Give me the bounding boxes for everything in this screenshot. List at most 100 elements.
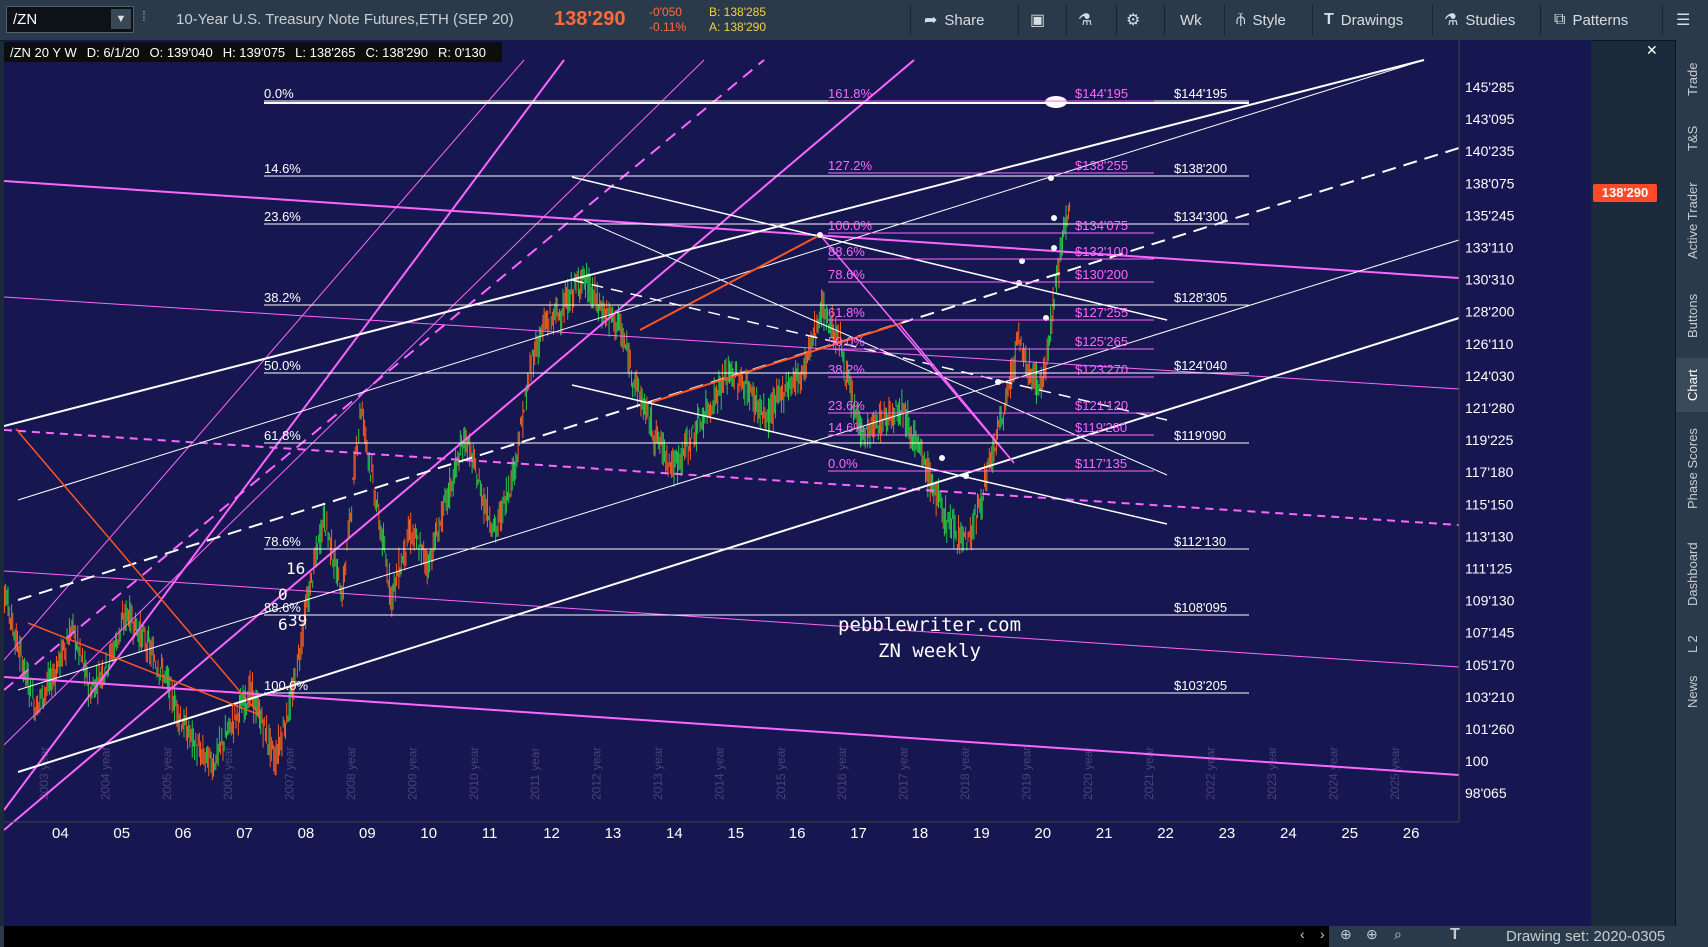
crosshair-icon[interactable]: ⊕ xyxy=(1366,926,1378,943)
flask-button[interactable]: ⚗ xyxy=(1078,0,1099,40)
info-open: O: 139'040 xyxy=(149,44,213,60)
drawings-button[interactable]: T Drawings xyxy=(1324,0,1403,40)
target-marker xyxy=(1045,96,1067,108)
fib-percent-label: 161.8% xyxy=(828,86,873,101)
fib-percent-label: 78.6% xyxy=(828,267,865,282)
snapshot-button[interactable]: ▣ xyxy=(1030,0,1052,40)
time-tick-label: 05 xyxy=(113,825,130,842)
time-tick-label: 15 xyxy=(727,825,744,842)
studies-button[interactable]: ⚗ Studies xyxy=(1444,0,1515,40)
price-tick-label: 101'260 xyxy=(1465,721,1515,737)
time-tick-label: 25 xyxy=(1341,825,1358,842)
contract-name: 10-Year U.S. Treasury Note Futures,ETH (… xyxy=(176,11,514,28)
collapse-icon[interactable]: ✕ xyxy=(1646,42,1658,59)
magnifier-icon[interactable]: ⌕ xyxy=(1394,926,1402,943)
sidebar-tab-chart[interactable]: Chart xyxy=(1676,358,1708,412)
fib-price-label: $125'265 xyxy=(1075,334,1128,349)
scroll-left-icon[interactable]: ‹ xyxy=(1300,926,1305,942)
timeframe-label: Wk xyxy=(1180,11,1202,29)
sidebar-tab-dashboard[interactable]: Dashboard xyxy=(1676,528,1708,620)
drawing-set-label: Drawing set: 2020-0305 xyxy=(1506,928,1666,945)
time-tick-label: 19 xyxy=(973,825,990,842)
price-tick-label: 121'280 xyxy=(1465,400,1515,416)
fib-price-label: $108'095 xyxy=(1174,600,1227,615)
settings-button[interactable]: ⚙ xyxy=(1126,0,1147,40)
fib-percent-label: 50.0% xyxy=(828,334,865,349)
year-label: 2023 year xyxy=(1265,747,1279,800)
price-tick-label: 107'145 xyxy=(1465,625,1515,641)
share-button[interactable]: ➦ Share xyxy=(924,0,984,40)
menu-button[interactable]: ☰ xyxy=(1676,0,1697,40)
pivot-dot xyxy=(1051,245,1057,251)
zoom-in-icon[interactable]: ⊕ xyxy=(1340,926,1352,943)
price-tick-label: 117'180 xyxy=(1465,464,1514,480)
sidebar-tab-t-s[interactable]: T&S xyxy=(1676,112,1708,164)
drawings-icon: T xyxy=(1324,11,1334,28)
fib-percent-label: 23.6% xyxy=(264,209,301,224)
share-label: Share xyxy=(944,11,985,29)
symbol-input[interactable]: /ZN ▼ xyxy=(6,6,134,33)
fib-percent-label: 61.8% xyxy=(828,305,865,320)
fib-price-label: $112'130 xyxy=(1174,534,1226,549)
year-label: 2024 year xyxy=(1326,747,1340,800)
patterns-icon: ⧉ xyxy=(1554,11,1566,28)
fib-percent-label: 38.2% xyxy=(264,290,301,305)
year-label: 2008 year xyxy=(344,747,358,800)
fib-price-label: $119'280 xyxy=(1075,420,1127,435)
chart-area[interactable]: 2003 year 2004 year 2005 year 2006 year 2007… xyxy=(4,40,1591,926)
price-tick-label: 119'225 xyxy=(1465,432,1514,448)
sidebar-tab-buttons[interactable]: Buttons xyxy=(1676,278,1708,354)
sidebar-tab-phase-scores[interactable]: Phase Scores xyxy=(1676,416,1708,522)
fib-price-label: $138'200 xyxy=(1174,161,1227,176)
scroll-right-icon[interactable]: › xyxy=(1320,926,1325,942)
time-tick-label: 24 xyxy=(1280,825,1297,842)
sidebar-tab-active-trader[interactable]: Active Trader xyxy=(1676,168,1708,274)
info-close: C: 138'290 xyxy=(365,44,428,60)
chevron-down-icon[interactable]: ▼ xyxy=(111,9,131,29)
price-change: -0'050 -0.11% xyxy=(649,5,686,35)
info-date: D: 6/1/20 xyxy=(86,44,140,60)
year-label: 2016 year xyxy=(835,747,849,800)
trend-line xyxy=(27,622,261,716)
price-tick-label: 103'210 xyxy=(1465,689,1515,705)
share-icon: ➦ xyxy=(924,12,938,29)
time-tick-label: 07 xyxy=(236,825,253,842)
sidebar-tab-l-2[interactable]: L 2 xyxy=(1676,624,1708,664)
fib-percent-label: 14.6% xyxy=(828,420,865,435)
fib-percent-label: 0.0% xyxy=(264,86,294,101)
pivot-dot xyxy=(963,473,969,479)
ask-value: A: 138'290 xyxy=(709,20,767,34)
time-tick-label: 26 xyxy=(1403,825,1420,842)
sidebar-tab-trade[interactable]: Trade xyxy=(1676,50,1708,108)
watermark-line: pebblewriter.com xyxy=(838,614,1022,636)
price-tick-label: 130'310 xyxy=(1465,272,1515,288)
trend-line xyxy=(4,59,705,746)
bid-ask: B: 138'285 A: 138'290 xyxy=(709,5,766,35)
price-tick-label: 109'130 xyxy=(1465,593,1515,609)
fib-percent-label: 50.0% xyxy=(264,358,301,373)
time-scrollbar[interactable] xyxy=(4,926,1329,947)
year-label: 2020 year xyxy=(1081,747,1095,800)
timeframe-button[interactable]: Wk xyxy=(1180,0,1202,40)
trend-line xyxy=(4,429,1460,526)
link-icon[interactable]: ⁞ xyxy=(142,8,152,30)
year-label: 2015 year xyxy=(774,747,788,800)
time-tick-label: 21 xyxy=(1096,825,1113,842)
fib-price-label: $123'270 xyxy=(1075,362,1128,377)
drawing-text-icon[interactable]: T xyxy=(1450,926,1460,944)
fib-price-label: $144'195 xyxy=(1174,86,1227,101)
fib-percent-label: 23.6% xyxy=(828,398,865,413)
year-label: 2007 year xyxy=(283,747,297,800)
time-tick-label: 12 xyxy=(543,825,560,842)
fib-percent-label: 78.6% xyxy=(264,534,301,549)
style-button[interactable]: ⫚ Style xyxy=(1236,0,1286,40)
year-label: 2004 year xyxy=(98,747,112,800)
watermark-line: ZN weekly xyxy=(878,640,981,662)
fib-percent-label: 100.0% xyxy=(828,218,873,233)
patterns-button[interactable]: ⧉ Patterns xyxy=(1554,0,1628,40)
price-tick-label: 124'030 xyxy=(1465,368,1515,384)
fib-percent-label: 127.2% xyxy=(828,158,873,173)
fib-percent-label: 38.2% xyxy=(828,362,865,377)
sidebar-tab-news[interactable]: News xyxy=(1676,668,1708,716)
pivot-dot xyxy=(995,379,1001,385)
